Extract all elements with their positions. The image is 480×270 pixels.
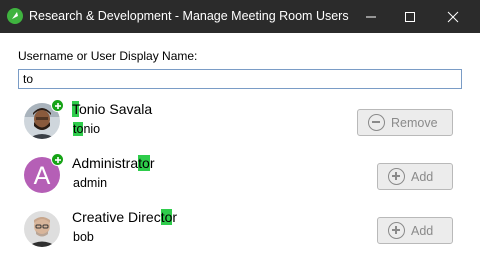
match-highlight: to	[138, 155, 150, 171]
avatar	[24, 211, 60, 247]
plus-circle-icon	[388, 168, 405, 185]
user-row-tonio: Tonio Savala tonio Remove	[18, 99, 462, 150]
close-button[interactable]	[436, 0, 470, 33]
window-title: Research & Development - Manage Meeting …	[29, 9, 349, 23]
search-label: Username or User Display Name:	[18, 49, 198, 63]
user-row-admin: A Administrator admin Add	[18, 153, 462, 204]
add-button-label: Add	[411, 223, 434, 238]
match-highlight: T	[72, 101, 79, 117]
minus-circle-icon	[368, 114, 385, 131]
search-input[interactable]	[18, 69, 462, 89]
add-button[interactable]: Add	[377, 163, 453, 190]
add-button-label: Add	[411, 169, 434, 184]
user-username: tonio	[73, 122, 101, 136]
user-username: bob	[73, 230, 94, 244]
title-bar: Research & Development - Manage Meeting …	[0, 0, 480, 33]
avatar-letter: A	[34, 162, 51, 190]
maximize-icon	[405, 11, 415, 22]
minimize-icon	[366, 16, 376, 17]
close-icon	[447, 11, 459, 22]
user-display-name: Tonio Savala	[72, 101, 153, 117]
user-username: admin	[73, 176, 108, 190]
remove-button-label: Remove	[391, 115, 438, 130]
remove-button[interactable]: Remove	[357, 109, 453, 136]
status-badge	[51, 99, 64, 112]
app-logo-icon	[7, 8, 23, 24]
user-row-bob: Creative Director bob Add	[18, 208, 462, 258]
plus-circle-icon	[388, 222, 405, 239]
match-highlight: to	[160, 209, 173, 225]
add-button[interactable]: Add	[377, 217, 453, 244]
user-display-name: Creative Director	[72, 209, 178, 225]
status-badge	[51, 153, 64, 166]
maximize-button[interactable]	[393, 0, 427, 33]
minimize-button[interactable]	[354, 0, 388, 33]
user-display-name: Administrator	[72, 155, 155, 171]
match-highlight: to	[73, 122, 84, 136]
